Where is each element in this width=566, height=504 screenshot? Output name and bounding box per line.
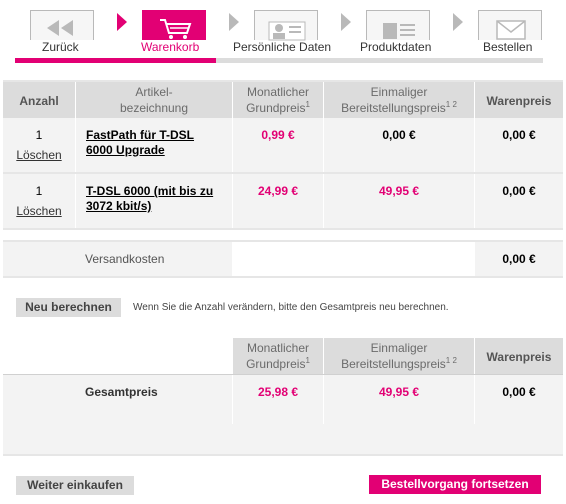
- step-back-box[interactable]: [30, 10, 94, 40]
- totals-monthly-cell: 25,98 €: [233, 375, 323, 424]
- product-link[interactable]: T-DSL 6000 (mit bis zu 3072 kbit/s): [86, 184, 213, 214]
- step-order-box: [478, 10, 542, 40]
- step-arrow-icon: [341, 13, 351, 31]
- totals-item-price-cell: 0,00 €: [475, 375, 563, 424]
- qty-cell: 1 Löschen: [3, 118, 75, 172]
- item-price: 0,00 €: [502, 184, 536, 198]
- monthly-cell: 0,99 €: [233, 118, 323, 172]
- proceed-checkout-button[interactable]: Bestellvorgang fortsetzen: [369, 475, 541, 494]
- shipping-row: Versandkosten 0,00 €: [3, 242, 563, 276]
- step-arrow-icon: [453, 13, 463, 31]
- totals-spacer: [3, 424, 563, 454]
- step-product-label: Produktdaten: [360, 40, 432, 54]
- back-arrow-icon: [47, 20, 73, 36]
- item-price: 0,00 €: [502, 128, 536, 142]
- monthly-cell: 24,99 €: [233, 174, 323, 228]
- setup-cell: 0,00 €: [324, 118, 474, 172]
- qty-value[interactable]: 1: [3, 184, 75, 198]
- totals-label-cell: Gesamtpreis: [3, 375, 232, 424]
- delete-link[interactable]: Löschen: [3, 148, 75, 162]
- progress-fill: [15, 58, 216, 63]
- totals-header: Monatlicher Grundpreis1 Einmaliger Berei…: [3, 338, 563, 374]
- table-row: 1 Löschen T-DSL 6000 (mit bis zu 3072 kb…: [3, 174, 563, 228]
- header-setup: Einmaliger Bereitstellungspreis1 2: [324, 82, 474, 118]
- step-personal-box: [254, 10, 318, 41]
- step-arrow-icon: [117, 13, 127, 31]
- id-card-icon: [268, 21, 306, 41]
- divider: [3, 454, 563, 456]
- qty-cell: 1 Löschen: [3, 174, 75, 228]
- totals-header-empty: [3, 338, 232, 374]
- table-row: 1 Löschen FastPath für T-DSL 6000 Upgrad…: [3, 118, 563, 172]
- checkout-steps: Zurück Warenkorb Persönliche Daten Produ…: [0, 0, 566, 66]
- item-price-cell: 0,00 €: [475, 174, 563, 228]
- article-cell: FastPath für T-DSL 6000 Upgrade: [76, 118, 232, 172]
- step-order-label: Bestellen: [483, 40, 533, 54]
- totals-item-price: 0,00 €: [502, 385, 536, 399]
- step-cart-box[interactable]: [142, 10, 206, 40]
- recalculate-hint: Wenn Sie die Anzahl verändern, bitte den…: [133, 302, 449, 313]
- totals-setup: 49,95 €: [378, 385, 420, 399]
- header-item-price: Warenpreis: [475, 82, 563, 118]
- document-icon: [383, 23, 415, 39]
- setup-cell: 49,95 €: [324, 174, 474, 228]
- totals-label: Gesamtpreis: [85, 385, 158, 399]
- totals-row: Gesamtpreis 25,98 € 49,95 € 0,00 €: [3, 375, 563, 424]
- monthly-price: 24,99 €: [257, 184, 299, 198]
- setup-price: 0,00 €: [382, 128, 416, 142]
- shipping-label-cell: Versandkosten: [3, 242, 232, 276]
- delete-link[interactable]: Löschen: [3, 204, 75, 218]
- product-link[interactable]: FastPath für T-DSL 6000 Upgrade: [86, 128, 194, 158]
- recalculate-button[interactable]: Neu berechnen: [16, 298, 121, 317]
- envelope-icon: [496, 20, 526, 40]
- shipping-value: 0,00 €: [502, 252, 536, 266]
- shipping-empty-cell: [233, 242, 474, 276]
- cart-icon: [160, 19, 192, 39]
- monthly-price: 0,99 €: [261, 128, 295, 142]
- divider: [3, 228, 563, 230]
- cart-table-header: Anzahl Artikel- bezeichnung Monatlicher …: [3, 82, 563, 118]
- item-price-cell: 0,00 €: [475, 118, 563, 172]
- shipping-value-cell: 0,00 €: [475, 242, 563, 276]
- step-back-link[interactable]: Zurück: [42, 40, 79, 54]
- step-product-box: [366, 10, 430, 40]
- qty-value[interactable]: 1: [3, 128, 75, 142]
- header-monthly: Monatlicher Grundpreis1: [233, 82, 323, 118]
- totals-monthly: 25,98 €: [257, 385, 299, 399]
- header-item-price: Warenpreis: [475, 338, 563, 374]
- shipping-label: Versandkosten: [85, 252, 165, 266]
- header-article: Artikel- bezeichnung: [76, 82, 232, 118]
- step-cart-label[interactable]: Warenkorb: [141, 40, 199, 54]
- step-arrow-icon: [229, 13, 239, 31]
- totals-setup-cell: 49,95 €: [324, 375, 474, 424]
- header-qty: Anzahl: [3, 82, 75, 118]
- setup-price: 49,95 €: [378, 184, 420, 198]
- header-monthly: Monatlicher Grundpreis1: [233, 338, 323, 374]
- step-personal-label: Persönliche Daten: [233, 40, 332, 54]
- header-setup: Einmaliger Bereitstellungspreis1 2: [324, 338, 474, 374]
- divider: [3, 276, 563, 278]
- continue-shopping-button[interactable]: Weiter einkaufen: [16, 476, 134, 495]
- article-cell: T-DSL 6000 (mit bis zu 3072 kbit/s): [76, 174, 232, 228]
